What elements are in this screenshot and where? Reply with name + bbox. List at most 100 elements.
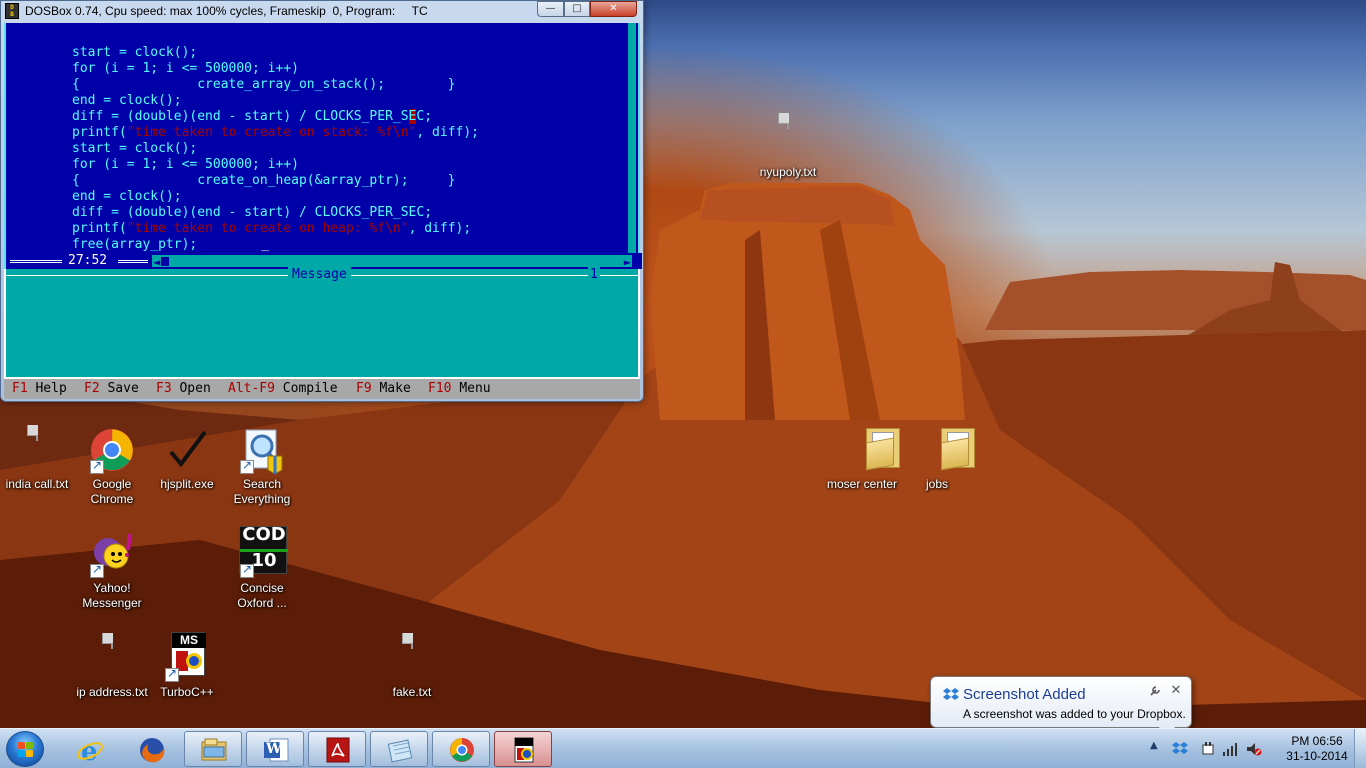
text-file-icon [388,633,436,682]
scrollbar-thumb[interactable] [161,257,169,266]
taskbar-explorer[interactable] [184,731,242,767]
desktop-icon-label: ip address.txt [76,685,148,699]
desktop-icon-concise-oxford[interactable]: COD 10 Concise Oxford ... [222,524,302,611]
code-text: , diff); [408,221,472,236]
vertical-scrollbar[interactable] [628,23,636,253]
desktop-icon-label: hjsplit.exe [160,477,214,491]
cursor-position: 27:52 [68,253,108,268]
code-line: end = clock(); [72,93,182,108]
message-pane[interactable]: Message 1 [4,267,640,379]
pdf-icon [326,737,350,763]
status-divider [10,260,62,263]
dosbox-window[interactable]: DB DOSBox 0.74, Cpu speed: max 100% cycl… [0,0,644,402]
message-pane-title: Message [288,267,351,282]
word-letter: W [266,741,282,757]
desktop-icon-nyupoly[interactable]: nyupoly.txt [748,113,828,180]
turbo-cpp-icon [514,737,534,763]
taskbar-dosbox[interactable] [494,731,552,767]
taskbar-clock[interactable]: PM 06:56 31-10-2014 [1278,734,1356,764]
desktop-icon-jobs[interactable]: jobs [897,426,977,492]
horizontal-scrollbar[interactable]: ◄ ► [152,254,632,270]
fkey-save[interactable]: F2 Save [84,379,139,399]
taskbar-internet-explorer[interactable]: e [60,731,118,767]
system-tray: ▲ PM 06:56 31-10-2014 [1146,729,1366,768]
volume-muted-icon[interactable] [1246,741,1262,757]
window-title: DOSBox 0.74, Cpu speed: max 100% cycles,… [25,4,428,18]
taskbar-chrome[interactable] [432,731,490,767]
minimize-button[interactable]: — [537,1,564,17]
desktop-icon-turbocpp[interactable]: MS TurboC++ [147,632,227,700]
fkey-label: Compile [282,381,338,396]
text-file-icon [764,113,812,162]
maximize-button[interactable]: □ [564,1,590,17]
fkey-compile[interactable]: Alt-F9 Compile [228,379,338,399]
fkey-key: Alt-F9 [228,381,275,396]
fkey-help[interactable]: F1 Help [12,379,67,399]
show-desktop-button[interactable] [1354,729,1366,768]
fkey-open[interactable]: F3 Open [156,379,211,399]
fkey-label: Menu [459,381,491,396]
message-pane-number: 1 [588,267,600,282]
start-button[interactable] [6,731,44,767]
close-button[interactable]: ✕ [590,1,637,17]
taskbar-word[interactable]: W [246,731,304,767]
clock-time: PM 06:56 [1291,734,1343,748]
desktop-icon-google-chrome[interactable]: Google Chrome [72,426,152,507]
desktop-icon-label: Concise Oxford ... [237,581,287,610]
windows-flag-icon [18,742,34,758]
dropbox-tray-icon[interactable] [1172,741,1188,757]
power-icon[interactable] [1200,741,1216,757]
fkey-key: F1 [12,381,28,396]
string-literal: "time taken to create on heap: %f\n" [126,221,409,236]
dos-screen[interactable]: start = clock(); for (i = 1; i <= 500000… [4,23,642,399]
fkey-label: Save [107,381,139,396]
fkey-label: Open [179,381,211,396]
code-line: printf("time taken to create on stack: %… [72,125,479,141]
desktop-icon-ip-address[interactable]: ip address.txt [72,633,152,700]
internet-explorer-icon: e [76,737,104,764]
dictionary-icon: COD 10 [238,524,288,578]
dropbox-icon [943,687,959,703]
fkey-key: F2 [84,381,100,396]
taskbar-notepad[interactable] [370,731,428,767]
firefox-icon [140,738,165,763]
desktop-icon-moser-center[interactable]: moser center [822,426,902,492]
scroll-right-arrow-icon[interactable]: ► [624,254,631,270]
code-line: diff = (double)(end - start) / CLOCKS_PE… [72,109,432,125]
fkey-make[interactable]: F9 Make [356,379,411,399]
network-signal-icon[interactable] [1222,741,1238,757]
desktop-icon-label: jobs [925,477,948,491]
wrench-icon[interactable] [1149,685,1163,699]
desktop-icon-fake[interactable]: fake.txt [372,633,452,700]
shortcut-arrow-icon [240,458,254,474]
code-text: free(array_ptr); [72,237,198,252]
desktop-icon-search-everything[interactable]: Search Everything [222,426,302,507]
taskbar-adobe-reader[interactable] [308,731,366,767]
desktop-icon-label: Google Chrome [90,477,134,506]
code-text: , diff); [416,125,480,140]
window-titlebar[interactable]: DB DOSBox 0.74, Cpu speed: max 100% cycl… [1,1,643,21]
desktop-icon-hjsplit[interactable]: hjsplit.exe [147,426,227,492]
scroll-left-arrow-icon[interactable]: ◄ [153,254,160,270]
dropbox-notification[interactable]: Screenshot Added A screenshot was added … [930,676,1192,737]
close-icon[interactable]: ✕ [1169,683,1183,698]
desktop-icon-label: nyupoly.txt [759,165,817,179]
folder-icon [838,426,900,474]
yahoo-smiley-icon [88,530,136,578]
show-hidden-icons-arrow-icon[interactable]: ▲ [1150,740,1166,756]
code-line: start = clock(); [72,141,198,156]
code-text: printf( [72,221,127,236]
dosbox-app-icon[interactable]: DB [5,3,19,19]
code-line: free(array_ptr); _ [72,237,269,253]
desktop-icon-yahoo-messenger[interactable]: Yahoo! Messenger [72,530,152,611]
badge-ring [186,653,202,669]
fkey-label: Help [35,381,67,396]
fkey-key: F3 [156,381,172,396]
shortcut-arrow-icon [165,666,179,682]
code-editor[interactable]: start = clock(); for (i = 1; i <= 500000… [4,23,642,270]
taskbar-firefox[interactable] [122,731,180,767]
cod-badge-text: COD [242,524,286,545]
fkey-menu[interactable]: F10 Menu [428,379,491,399]
shortcut-arrow-icon [90,562,104,578]
code-line: printf("time taken to create on heap: %f… [72,221,471,237]
